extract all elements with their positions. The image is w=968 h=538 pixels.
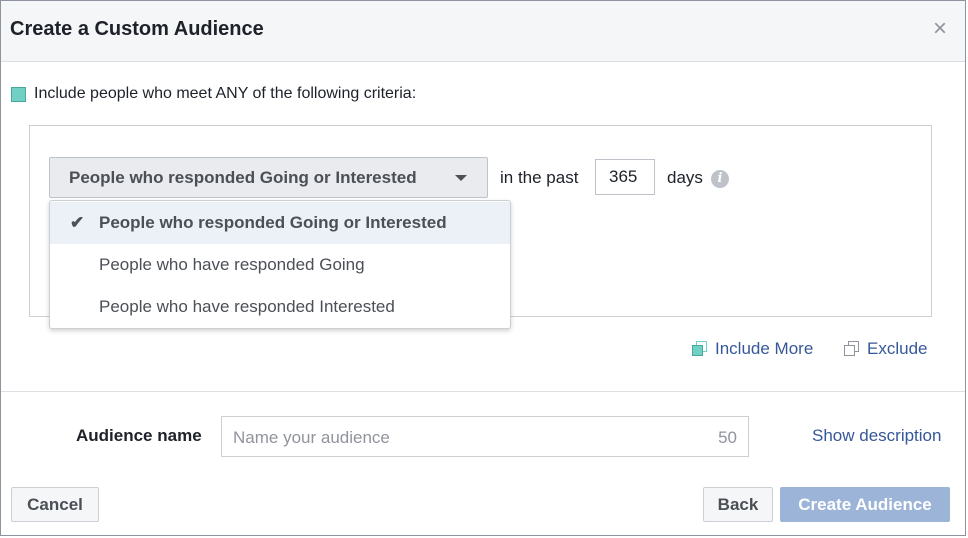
checkmark-icon: ✔ — [70, 213, 85, 232]
caret-down-icon — [455, 175, 467, 181]
event-option-label: People who have responded Interested — [99, 297, 395, 316]
event-option-going-or-interested[interactable]: ✔ People who responded Going or Interest… — [50, 202, 510, 244]
info-icon[interactable]: i — [711, 170, 729, 188]
in-the-past-label: in the past — [500, 168, 579, 187]
exclude-label: Exclude — [867, 339, 928, 358]
create-audience-button[interactable]: Create Audience — [780, 487, 950, 522]
include-square-icon — [11, 86, 26, 102]
event-option-label: People who have responded Going — [99, 255, 365, 274]
cancel-button[interactable]: Cancel — [11, 487, 99, 522]
close-icon[interactable]: × — [931, 17, 949, 41]
days-label: days — [667, 168, 703, 187]
criteria-text: Include people who meet ANY of the follo… — [34, 85, 417, 102]
include-more-icon — [692, 340, 709, 358]
audience-name-input[interactable] — [231, 417, 695, 458]
dialog-title: Create a Custom Audience — [10, 18, 264, 40]
event-option-going[interactable]: People who have responded Going — [50, 244, 510, 286]
audience-name-field: 50 — [221, 416, 749, 458]
include-more-link[interactable]: Include More — [692, 339, 813, 359]
include-more-label: Include More — [715, 339, 814, 358]
event-type-dropdown[interactable]: People who responded Going or Interested — [49, 157, 488, 198]
exclude-link[interactable]: Exclude — [844, 339, 927, 359]
back-button[interactable]: Back — [703, 487, 773, 522]
event-option-interested[interactable]: People who have responded Interested — [50, 286, 510, 328]
char-count: 50 — [718, 428, 737, 447]
dialog-header: Create a Custom Audience × — [1, 1, 965, 62]
event-type-menu: ✔ People who responded Going or Interest… — [49, 200, 511, 329]
criteria-heading: Include people who meet ANY of the follo… — [11, 85, 416, 103]
audience-name-label: Audience name — [76, 426, 202, 445]
days-input[interactable] — [595, 159, 655, 195]
custom-audience-dialog: Create a Custom Audience × Include peopl… — [0, 0, 966, 536]
exclude-icon — [844, 340, 861, 358]
show-description-link[interactable]: Show description — [812, 426, 941, 446]
event-type-selected-label: People who responded Going or Interested — [69, 167, 417, 187]
section-divider — [1, 391, 965, 392]
event-option-label: People who responded Going or Interested — [99, 213, 447, 232]
